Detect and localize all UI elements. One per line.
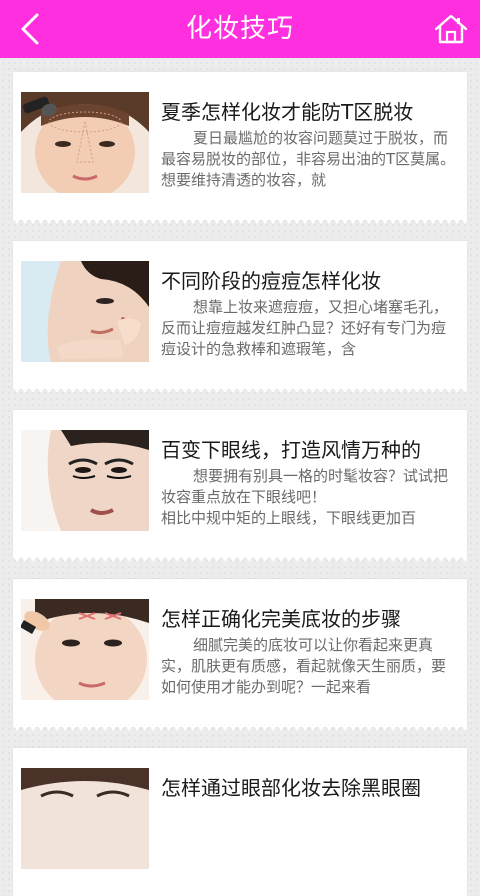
article-thumbnail xyxy=(21,261,149,362)
article-excerpt: 想要拥有别具一格的时髦妆容？试试把妆容重点放在下眼线吧！ 相比中规中矩的上眼线，下… xyxy=(161,467,449,527)
article-title: 不同阶段的痘痘怎样化妆 xyxy=(161,269,381,293)
card-edge-decoration xyxy=(13,218,467,226)
article-title: 夏季怎样化妆才能防T区脱妆 xyxy=(161,100,414,124)
article-card[interactable]: 百变下眼线，打造风情万种的 想要拥有别具一格的时髦妆容？试试把妆容重点放在下眼线… xyxy=(13,410,467,564)
card-edge-decoration xyxy=(13,556,467,564)
article-title: 怎样正确化完美底妆的步骤 xyxy=(161,607,401,631)
app-header: 化妆技巧 xyxy=(0,0,480,58)
article-excerpt: 夏日最尴尬的妆容问题莫过于脱妆，而最容易脱妆的部位，非容易出油的T区莫属。想要维… xyxy=(161,129,456,189)
article-excerpt xyxy=(161,804,457,870)
home-icon xyxy=(434,14,468,44)
article-card[interactable]: 夏季怎样化妆才能防T区脱妆 夏日最尴尬的妆容问题莫过于脱妆，而最容易脱妆的部位，… xyxy=(13,72,467,226)
page-title: 化妆技巧 xyxy=(185,14,294,44)
article-title: 怎样通过眼部化妆去除黑眼圈 xyxy=(161,776,421,800)
article-thumbnail xyxy=(21,599,149,700)
article-thumbnail xyxy=(21,768,149,869)
home-button[interactable] xyxy=(432,10,470,48)
card-edge-decoration xyxy=(13,387,467,395)
article-excerpt: 细腻完美的底妆可以让你看起来更真实，肌肤更有质感，看起就像天生丽质，要如何使用才… xyxy=(161,636,447,696)
article-excerpt: 想靠上妆来遮痘痘，又担心堵塞毛孔，反而让痘痘越发红肿凸显？还好有专门为痘痘设计的… xyxy=(161,298,449,358)
article-card[interactable]: 怎样通过眼部化妆去除黑眼圈 xyxy=(13,748,467,896)
article-card[interactable]: 不同阶段的痘痘怎样化妆 想靠上妆来遮痘痘，又担心堵塞毛孔，反而让痘痘越发红肿凸显… xyxy=(13,241,467,395)
article-card[interactable]: 怎样正确化完美底妆的步骤 细腻完美的底妆可以让你看起来更真实，肌肤更有质感，看起… xyxy=(13,579,467,733)
article-title: 百变下眼线，打造风情万种的 xyxy=(161,438,421,462)
article-thumbnail xyxy=(21,430,149,531)
card-edge-decoration xyxy=(13,725,467,733)
article-thumbnail xyxy=(21,92,149,193)
